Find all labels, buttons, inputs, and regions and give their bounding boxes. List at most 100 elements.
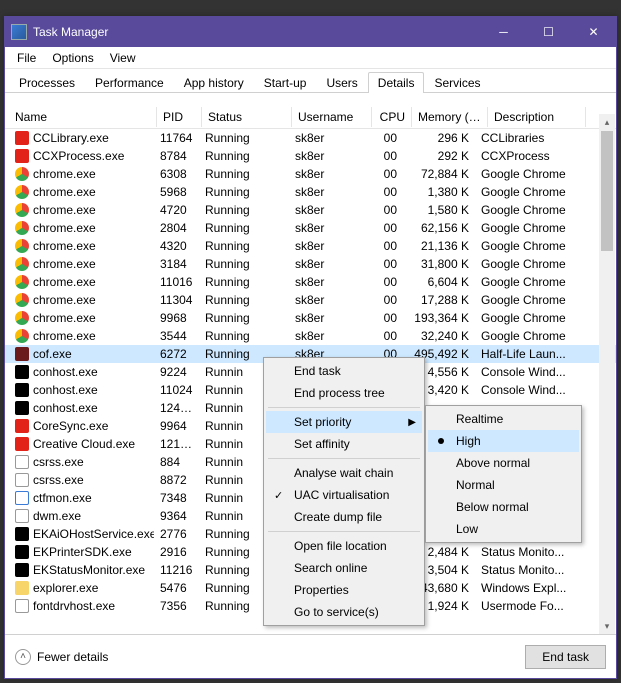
context-menu-item[interactable]: End task: [266, 360, 422, 382]
end-task-button[interactable]: End task: [525, 645, 606, 669]
context-menu-item[interactable]: Set affinity: [266, 433, 422, 455]
process-pid: 12468: [154, 401, 199, 415]
process-pid: 884: [154, 455, 199, 469]
table-row[interactable]: chrome.exe5968Runningsk8er001,380 KGoogl…: [5, 183, 616, 201]
process-pid: 9968: [154, 311, 199, 325]
table-row[interactable]: chrome.exe11016Runningsk8er006,604 KGoog…: [5, 273, 616, 291]
priority-submenu[interactable]: RealtimeHighAbove normalNormalBelow norm…: [425, 405, 582, 543]
process-icon: [15, 599, 29, 613]
menu-options[interactable]: Options: [44, 49, 101, 67]
process-name: ctfmon.exe: [33, 491, 92, 505]
table-row[interactable]: chrome.exe3544Runningsk8er0032,240 KGoog…: [5, 327, 616, 345]
process-pid: 8784: [154, 149, 199, 163]
process-icon: [15, 329, 29, 343]
table-row[interactable]: chrome.exe4320Runningsk8er0021,136 KGoog…: [5, 237, 616, 255]
column-header[interactable]: Description: [488, 107, 586, 127]
table-row[interactable]: chrome.exe2804Runningsk8er0062,156 KGoog…: [5, 219, 616, 237]
process-cpu: 00: [369, 167, 403, 181]
table-row[interactable]: chrome.exe3184Runningsk8er0031,800 KGoog…: [5, 255, 616, 273]
process-user: sk8er: [289, 275, 369, 289]
titlebar[interactable]: Task Manager ─ ☐ ✕: [5, 17, 616, 47]
process-user: sk8er: [289, 221, 369, 235]
process-status: Running: [199, 203, 289, 217]
context-menu-item[interactable]: Create dump file: [266, 506, 422, 528]
table-row[interactable]: CCLibrary.exe11764Runningsk8er00296 KCCL…: [5, 129, 616, 147]
menu-file[interactable]: File: [9, 49, 44, 67]
process-pid: 6272: [154, 347, 199, 361]
column-header[interactable]: Username: [292, 107, 372, 127]
process-pid: 11016: [154, 275, 199, 289]
process-description: Google Chrome: [475, 185, 585, 199]
context-menu-item[interactable]: Properties: [266, 579, 422, 601]
table-row[interactable]: CCXProcess.exe8784Runningsk8er00292 KCCX…: [5, 147, 616, 165]
priority-menu-item[interactable]: Low: [428, 518, 579, 540]
tab-users[interactable]: Users: [316, 72, 367, 93]
vertical-scrollbar[interactable]: ▴ ▾: [599, 114, 615, 634]
scroll-thumb[interactable]: [601, 131, 613, 251]
tab-app-history[interactable]: App history: [174, 72, 254, 93]
tab-details[interactable]: Details: [368, 72, 425, 93]
table-row[interactable]: chrome.exe6308Runningsk8er0072,884 KGoog…: [5, 165, 616, 183]
context-menu-item[interactable]: Analyse wait chain: [266, 462, 422, 484]
priority-menu-item[interactable]: Above normal: [428, 452, 579, 474]
process-pid: 9364: [154, 509, 199, 523]
column-header[interactable]: CPU: [372, 107, 412, 127]
process-memory: 6,604 K: [403, 275, 475, 289]
context-menu[interactable]: End taskEnd process tree Set priority▶Set…: [263, 357, 425, 626]
context-menu-item[interactable]: Search online: [266, 557, 422, 579]
table-row[interactable]: chrome.exe4720Runningsk8er001,580 KGoogl…: [5, 201, 616, 219]
process-user: sk8er: [289, 185, 369, 199]
priority-menu-item[interactable]: Realtime: [428, 408, 579, 430]
process-cpu: 00: [369, 257, 403, 271]
process-name: chrome.exe: [33, 185, 96, 199]
table-row[interactable]: chrome.exe11304Runningsk8er0017,288 KGoo…: [5, 291, 616, 309]
process-icon: [15, 383, 29, 397]
context-menu-item[interactable]: End process tree: [266, 382, 422, 404]
chevron-up-icon: ˄: [15, 649, 31, 665]
column-header[interactable]: Memory (p...: [412, 107, 488, 127]
tab-performance[interactable]: Performance: [85, 72, 174, 93]
process-pid: 3184: [154, 257, 199, 271]
process-status: Running: [199, 131, 289, 145]
process-status: Running: [199, 167, 289, 181]
minimize-button[interactable]: ─: [481, 17, 526, 47]
fewer-details-label: Fewer details: [37, 650, 108, 664]
menu-view[interactable]: View: [102, 49, 144, 67]
process-pid: 4320: [154, 239, 199, 253]
priority-menu-item[interactable]: High: [428, 430, 579, 452]
priority-menu-item[interactable]: Below normal: [428, 496, 579, 518]
process-icon: [15, 473, 29, 487]
column-header[interactable]: PID: [157, 107, 202, 127]
context-menu-item[interactable]: UAC virtualisation✓: [266, 484, 422, 506]
close-button[interactable]: ✕: [571, 17, 616, 47]
process-memory: 31,800 K: [403, 257, 475, 271]
context-menu-item[interactable]: Set priority▶: [266, 411, 422, 433]
radio-dot-icon: [438, 438, 444, 444]
tab-processes[interactable]: Processes: [9, 72, 85, 93]
process-pid: 3544: [154, 329, 199, 343]
process-pid: 7356: [154, 599, 199, 613]
process-status: Running: [199, 257, 289, 271]
scroll-down-button[interactable]: ▾: [599, 618, 615, 634]
maximize-button[interactable]: ☐: [526, 17, 571, 47]
process-cpu: 00: [369, 275, 403, 289]
scroll-up-button[interactable]: ▴: [599, 114, 615, 130]
process-icon: [15, 167, 29, 181]
context-menu-item[interactable]: Open file location: [266, 535, 422, 557]
process-icon: [15, 239, 29, 253]
process-icon: [15, 347, 29, 361]
priority-menu-item[interactable]: Normal: [428, 474, 579, 496]
process-name: EKPrinterSDK.exe: [33, 545, 132, 559]
column-header[interactable]: Status: [202, 107, 292, 127]
process-description: Google Chrome: [475, 203, 585, 217]
fewer-details-toggle[interactable]: ˄ Fewer details: [15, 649, 108, 665]
process-description: Console Wind...: [475, 365, 585, 379]
process-description: Google Chrome: [475, 293, 585, 307]
process-pid: 6308: [154, 167, 199, 181]
context-menu-item[interactable]: Go to service(s): [266, 601, 422, 623]
tab-startup[interactable]: Start-up: [254, 72, 317, 93]
tab-services[interactable]: Services: [424, 72, 490, 93]
column-header[interactable]: Name: [9, 107, 157, 127]
process-user: sk8er: [289, 149, 369, 163]
table-row[interactable]: chrome.exe9968Runningsk8er00193,364 KGoo…: [5, 309, 616, 327]
